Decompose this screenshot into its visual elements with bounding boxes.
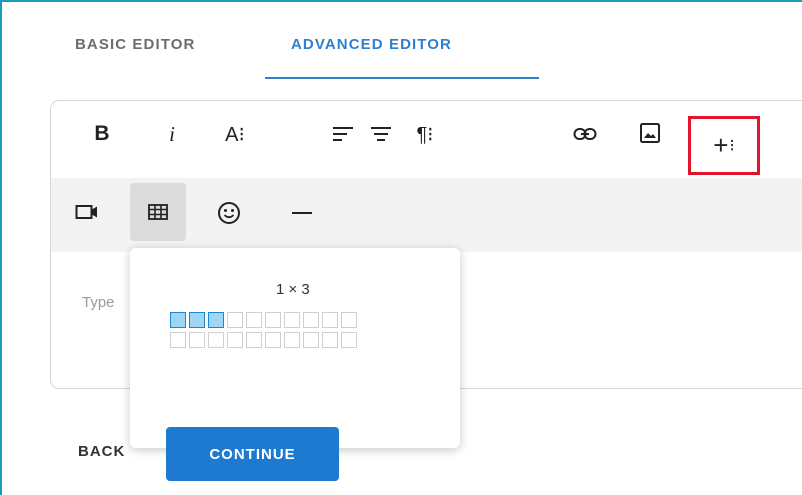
table-grid-cell[interactable] [189,312,205,328]
back-button[interactable]: BACK [78,443,125,460]
align-left-icon [333,127,353,141]
table-size-label: 1 × 3 [276,281,310,298]
insert-table-popup: 1 × 3 [130,248,460,448]
italic-button[interactable]: i [159,119,185,149]
insert-horizontal-line-button[interactable] [289,201,315,225]
table-icon [148,204,168,220]
table-grid-cell[interactable] [170,312,186,328]
table-grid-cell[interactable] [208,332,224,348]
editor-dialog: BASIC EDITOR ADVANCED EDITOR B i A⁝ ¶⁝ +… [0,0,802,495]
table-grid-cell[interactable] [341,332,357,348]
table-grid-cell[interactable] [208,312,224,328]
table-grid-cell[interactable] [303,332,319,348]
align-left-button[interactable] [331,121,355,147]
align-center-button[interactable] [369,121,393,147]
table-grid-cell[interactable] [189,332,205,348]
align-center-icon [371,127,391,141]
table-grid-cell[interactable] [246,332,262,348]
insert-emoji-button[interactable] [215,199,243,227]
tab-basic-editor[interactable]: BASIC EDITOR [75,36,195,53]
table-grid-cell[interactable] [227,312,243,328]
table-grid-cell[interactable] [265,332,281,348]
insert-link-button[interactable] [571,121,599,147]
active-tab-indicator [265,77,539,79]
insert-video-button[interactable] [73,199,101,225]
link-icon [573,128,597,140]
table-grid-cell[interactable] [265,312,281,328]
insert-more-button[interactable]: + ⁝ [688,116,760,175]
table-grid-cell[interactable] [246,312,262,328]
video-icon [75,205,97,219]
paragraph-format-button[interactable]: ¶⁝ [407,119,443,149]
insert-more-plus: + [713,130,729,160]
font-size-button[interactable]: A⁝ [217,119,253,149]
table-grid-cell[interactable] [341,312,357,328]
table-size-grid [170,312,357,348]
table-grid-cell[interactable] [303,312,319,328]
tab-advanced-editor[interactable]: ADVANCED EDITOR [291,36,452,53]
continue-button[interactable]: CONTINUE [166,427,339,481]
insert-more-suffix: ⁝ [729,135,735,155]
table-grid-cell[interactable] [284,332,300,348]
image-icon [640,123,660,143]
table-grid-cell[interactable] [227,332,243,348]
horizontal-line-icon [292,212,312,214]
bold-button[interactable]: B [89,119,115,149]
insert-table-button[interactable] [130,183,186,241]
table-grid-cell[interactable] [170,332,186,348]
table-grid-cell[interactable] [284,312,300,328]
table-grid-cell[interactable] [322,332,338,348]
table-grid-cell[interactable] [322,312,338,328]
emoji-icon [218,202,240,224]
editor-placeholder[interactable]: Type [82,294,115,311]
insert-image-button[interactable] [637,119,663,147]
